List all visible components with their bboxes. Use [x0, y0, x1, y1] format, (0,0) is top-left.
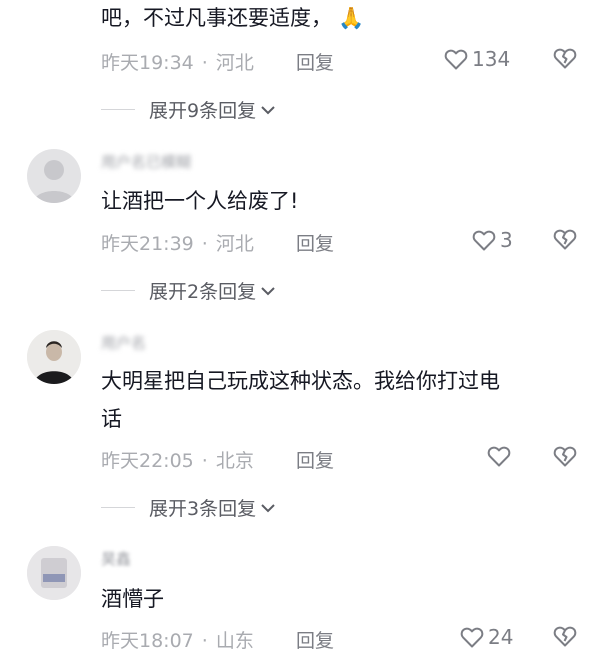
comment-text-line: 大明星把自己玩成这种状态。我给你打过电: [101, 369, 500, 393]
broken-heart-icon: [553, 446, 577, 467]
comment-meta: 昨天21:39 · 河北: [101, 229, 254, 256]
chevron-down-icon: [260, 285, 276, 297]
comment-time: 昨天19:34: [101, 52, 194, 74]
comment-meta: 昨天22:05 · 北京: [101, 446, 254, 473]
like-button[interactable]: 3: [472, 228, 513, 252]
broken-heart-icon: [553, 229, 577, 250]
heart-icon: [487, 445, 511, 467]
like-count: 134: [472, 47, 511, 71]
like-button[interactable]: [487, 445, 515, 467]
broken-heart-icon: [553, 626, 577, 647]
default-avatar-icon: [33, 160, 75, 203]
username[interactable]: 昊鑫: [101, 548, 131, 569]
heart-icon: [472, 229, 496, 251]
heart-icon: [460, 626, 484, 648]
comment-time: 昨天21:39: [101, 233, 194, 255]
avatar[interactable]: [27, 149, 81, 203]
pray-emoji: 🙏: [338, 6, 365, 30]
meta-separator: ·: [201, 52, 208, 74]
comment-text: 吧，不过凡事还要适度， 🙏: [101, 6, 365, 30]
comment-time: 昨天18:07: [101, 630, 194, 652]
expand-replies-label: 展开9条回复: [149, 100, 257, 122]
comment-text: 让酒把一个人给废了!: [101, 189, 299, 213]
comment-location: 河北: [215, 52, 254, 74]
avatar[interactable]: [27, 330, 81, 384]
username[interactable]: 用户名已模糊: [101, 151, 191, 172]
expand-replies-button[interactable]: 展开9条回复: [101, 96, 276, 123]
dislike-button[interactable]: [553, 445, 577, 467]
avatar[interactable]: [27, 546, 81, 600]
like-count: 24: [488, 625, 514, 649]
comment-text: 酒懵子: [101, 587, 164, 611]
comment-text-line: 话: [101, 407, 122, 431]
reply-button[interactable]: 回复: [296, 446, 334, 473]
reply-button[interactable]: 回复: [296, 229, 334, 256]
like-count: 3: [500, 228, 513, 252]
comment-meta: 昨天19:34 · 河北: [101, 48, 254, 75]
comment-location: 河北: [215, 233, 254, 255]
comment-location: 山东: [215, 630, 254, 652]
dislike-button[interactable]: [553, 228, 577, 250]
comment-time: 昨天22:05: [101, 450, 194, 472]
user-photo-icon: [27, 330, 81, 384]
divider-line: [101, 109, 135, 110]
divider-line: [101, 507, 135, 508]
expand-replies-button[interactable]: 展开2条回复: [101, 277, 276, 304]
like-button[interactable]: 134: [444, 47, 510, 71]
meta-separator: ·: [201, 233, 208, 255]
comment-location: 北京: [215, 450, 254, 472]
meta-separator: ·: [201, 450, 208, 472]
divider-line: [101, 290, 135, 291]
dislike-button[interactable]: [553, 47, 577, 69]
chevron-down-icon: [260, 502, 276, 514]
dislike-button[interactable]: [553, 625, 577, 647]
expand-replies-label: 展开3条回复: [149, 498, 257, 520]
reply-button[interactable]: 回复: [296, 48, 334, 75]
expand-replies-button[interactable]: 展开3条回复: [101, 494, 276, 521]
expand-replies-label: 展开2条回复: [149, 281, 257, 303]
username[interactable]: 用户名: [101, 332, 146, 353]
meta-separator: ·: [201, 630, 208, 652]
like-button[interactable]: 24: [460, 625, 513, 649]
chevron-down-icon: [260, 104, 276, 116]
user-photo-icon: [27, 546, 81, 600]
broken-heart-icon: [553, 48, 577, 69]
heart-icon: [444, 48, 468, 70]
